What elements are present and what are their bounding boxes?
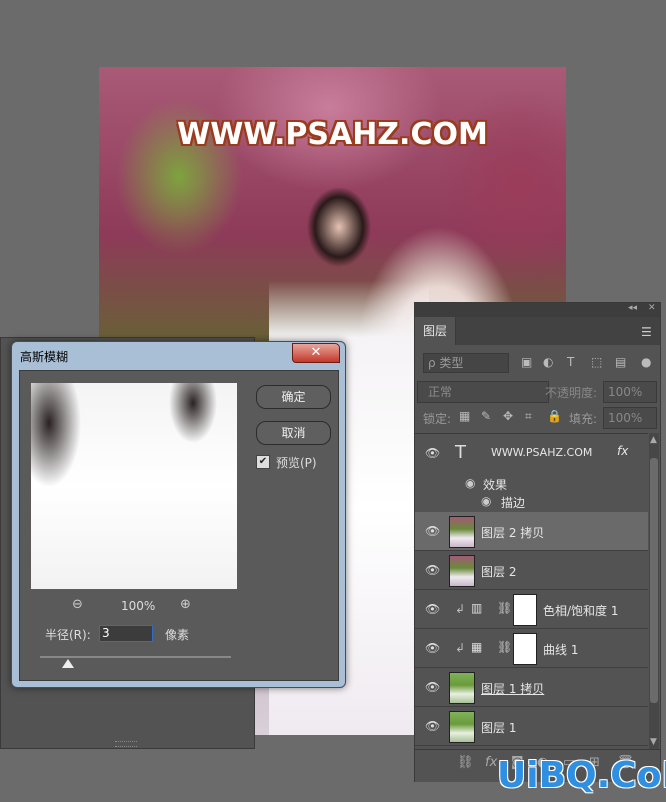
clip-arrow-icon: ↲ <box>455 641 466 655</box>
fill-input[interactable]: 100% <box>603 407 657 429</box>
curves-icon: ▦ <box>471 640 483 654</box>
visibility-eye-icon[interactable]: 👁 <box>425 446 440 460</box>
text-filter-icon[interactable]: T <box>567 355 574 369</box>
visibility-eye-icon[interactable]: 👁 <box>425 719 440 733</box>
layer-thumbnail <box>449 516 475 548</box>
lock-artboard-icon[interactable]: ⌗ <box>525 409 532 424</box>
panel-resize-grip[interactable] <box>115 741 137 747</box>
layer-mask-thumbnail[interactable] <box>513 633 537 665</box>
scroll-up-icon[interactable]: ▲ <box>650 435 657 445</box>
radius-slider-thumb[interactable] <box>62 659 74 668</box>
watermark-text: WWW.PSAHZ.COM <box>177 117 488 152</box>
effects-label: 效果 <box>483 478 508 492</box>
blend-mode-select[interactable]: 正常 <box>417 381 549 403</box>
hue-saturation-icon: ▥ <box>471 601 483 615</box>
zoom-level: 100% <box>121 599 156 613</box>
layer-name: WWW.PSAHZ.COM <box>491 446 593 459</box>
scroll-down-icon[interactable]: ▼ <box>650 737 657 747</box>
layer-thumbnail <box>449 672 475 704</box>
layer-row-text[interactable]: 👁 T WWW.PSAHZ.COM fx ◉ 效果 ◉ 描边 <box>415 434 648 515</box>
stroke-eye-icon[interactable]: ◉ <box>481 494 491 508</box>
layer-row[interactable]: 👁 图层 1 <box>415 707 648 746</box>
layer-name: 图层 2 拷贝 <box>481 526 545 540</box>
link-icon[interactable]: ⛓ <box>497 601 512 615</box>
lock-brush-icon[interactable]: ✎ <box>481 409 491 423</box>
close-icon[interactable]: ✕ <box>648 303 656 313</box>
preview-checkbox[interactable]: ✔ <box>256 455 270 469</box>
gaussian-blur-dialog: 高斯模糊 ✕ 确定 取消 ✔ 预览(P) ⊖ 100% ⊕ 半径(R): 3 像… <box>11 341 346 688</box>
dialog-title: 高斯模糊 <box>20 350 69 364</box>
lock-move-icon[interactable]: ✥ <box>503 409 513 423</box>
radius-input[interactable]: 3 <box>99 625 153 642</box>
opacity-label: 不透明度: <box>545 386 598 400</box>
layer-row[interactable]: 👁 图层 1 拷贝 <box>415 668 648 707</box>
clip-arrow-icon: ↲ <box>455 602 466 616</box>
layer-row-hue-saturation[interactable]: 👁 ↲ ▥ ⛓ 色相/饱和度 1 <box>415 590 648 629</box>
link-layers-icon[interactable]: ⛓ <box>457 755 474 770</box>
stroke-label: 描边 <box>501 496 526 510</box>
opacity-input[interactable]: 100% <box>603 381 657 403</box>
cancel-button[interactable]: 取消 <box>256 421 331 445</box>
collapse-icon[interactable]: ◂◂ <box>628 303 637 313</box>
visibility-eye-icon[interactable]: 👁 <box>425 524 440 538</box>
layer-row-curves[interactable]: 👁 ↲ ▦ ⛓ 曲线 1 <box>415 629 648 668</box>
layer-mask-thumbnail[interactable] <box>513 594 537 626</box>
filter-type-select[interactable]: ρ 类型 <box>423 353 509 373</box>
smart-object-filter-icon[interactable]: ▤ <box>615 355 626 369</box>
text-layer-icon: T <box>455 442 466 463</box>
link-icon[interactable]: ⛓ <box>497 640 512 654</box>
fill-label: 填充: <box>569 412 598 426</box>
layer-thumbnail <box>449 555 475 587</box>
dialog-body: 确定 取消 ✔ 预览(P) ⊖ 100% ⊕ 半径(R): 3 像素 <box>19 370 339 681</box>
radius-unit: 像素 <box>165 628 190 642</box>
scrollbar-thumb[interactable] <box>650 458 658 703</box>
filter-toggle-icon[interactable]: ● <box>641 355 651 369</box>
tab-layers[interactable]: 图层 <box>415 317 456 345</box>
radius-label: 半径(R): <box>45 628 91 642</box>
ok-button[interactable]: 确定 <box>256 385 331 409</box>
visibility-eye-icon[interactable]: 👁 <box>425 602 440 616</box>
layer-thumbnail <box>449 711 475 743</box>
zoom-in-icon[interactable]: ⊕ <box>180 597 191 612</box>
layer-row[interactable]: 👁 图层 2 <box>415 551 648 590</box>
layers-panel: ◂◂ ✕ 图层 ☰ ρ 类型 ▣ ◐ T ⬚ ▤ ● 正常 不透明度: 100%… <box>414 302 661 782</box>
adjustment-filter-icon[interactable]: ◐ <box>543 355 553 369</box>
layer-name: 图层 2 <box>481 565 517 579</box>
shape-filter-icon[interactable]: ⬚ <box>591 355 602 369</box>
visibility-eye-icon[interactable]: 👁 <box>425 563 440 577</box>
lock-all-icon[interactable]: 🔒 <box>547 409 562 423</box>
close-button[interactable]: ✕ <box>292 343 340 363</box>
site-watermark-logo: UiBQ.CoM <box>497 755 666 796</box>
fx-icon[interactable]: fx <box>617 444 628 458</box>
radius-slider-track[interactable] <box>40 656 231 658</box>
layer-list: 👁 T WWW.PSAHZ.COM fx ◉ 效果 ◉ 描边 👁 图层 2 拷贝… <box>415 433 648 750</box>
layer-name: 色相/饱和度 1 <box>543 604 619 618</box>
tab-bar <box>455 317 660 345</box>
panel-menu-icon[interactable]: ☰ <box>641 325 652 339</box>
lock-transparent-icon[interactable]: ▦ <box>459 409 470 423</box>
lock-label: 锁定: <box>423 412 452 426</box>
panel-header-bar <box>415 303 660 317</box>
preview-label: 预览(P) <box>276 456 317 470</box>
effects-eye-icon[interactable]: ◉ <box>465 476 475 490</box>
visibility-eye-icon[interactable]: 👁 <box>425 641 440 655</box>
preview-image[interactable] <box>31 383 237 589</box>
image-filter-icon[interactable]: ▣ <box>521 355 532 369</box>
visibility-eye-icon[interactable]: 👁 <box>425 680 440 694</box>
layer-name: 图层 1 拷贝 <box>481 682 545 696</box>
layer-name: 曲线 1 <box>543 643 579 657</box>
layer-name: 图层 1 <box>481 721 517 735</box>
add-style-icon[interactable]: fx <box>485 755 497 770</box>
layer-row-selected[interactable]: 👁 图层 2 拷贝 <box>415 512 648 551</box>
zoom-out-icon[interactable]: ⊖ <box>72 597 83 612</box>
